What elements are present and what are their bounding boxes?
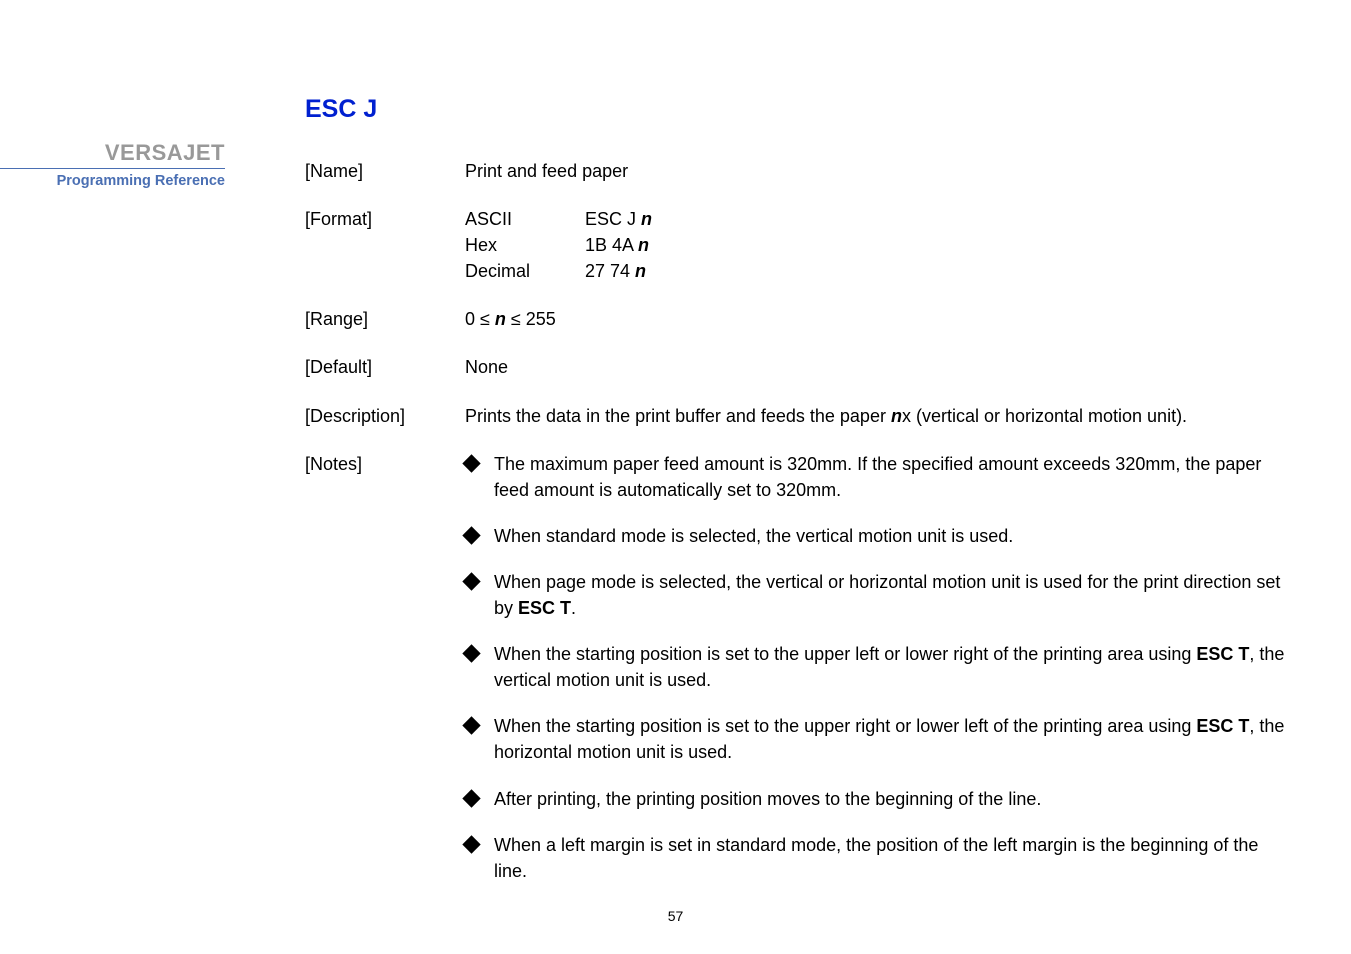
notes-row: [Notes] The maximum paper feed amount is… — [305, 451, 1291, 904]
format-dec-label: Decimal — [465, 258, 585, 284]
main-content: ESC J [Name] Print and feed paper [Forma… — [235, 0, 1351, 954]
default-value: None — [465, 354, 1291, 380]
format-row: [Format] ASCII ESC J n Hex 1B 4A n Decim… — [305, 206, 1291, 284]
sidebar-divider — [0, 168, 225, 169]
note-text: When the starting position is set to the… — [494, 641, 1291, 693]
format-hex: Hex 1B 4A n — [465, 232, 1291, 258]
format-hex-value: 1B 4A n — [585, 232, 649, 258]
page-number: 57 — [668, 908, 684, 924]
note-item: After printing, the printing position mo… — [465, 786, 1291, 812]
format-label: [Format] — [305, 206, 465, 284]
format-dec-value: 27 74 n — [585, 258, 646, 284]
bullet-icon — [462, 789, 480, 807]
note-item: The maximum paper feed amount is 320mm. … — [465, 451, 1291, 503]
range-label: [Range] — [305, 306, 465, 332]
description-label: [Description] — [305, 403, 465, 429]
bullet-icon — [462, 644, 480, 662]
format-hex-label: Hex — [465, 232, 585, 258]
bullet-icon — [462, 454, 480, 472]
note-item: When a left margin is set in standard mo… — [465, 832, 1291, 884]
description-row: [Description] Prints the data in the pri… — [305, 403, 1291, 429]
description-value: Prints the data in the print buffer and … — [465, 403, 1291, 429]
note-item: When standard mode is selected, the vert… — [465, 523, 1291, 549]
note-text: The maximum paper feed amount is 320mm. … — [494, 451, 1291, 503]
format-ascii: ASCII ESC J n — [465, 206, 1291, 232]
note-text: When page mode is selected, the vertical… — [494, 569, 1291, 621]
bullet-icon — [462, 572, 480, 590]
default-label: [Default] — [305, 354, 465, 380]
name-row: [Name] Print and feed paper — [305, 158, 1291, 184]
range-row: [Range] 0 ≤ n ≤ 255 — [305, 306, 1291, 332]
note-item: When the starting position is set to the… — [465, 713, 1291, 765]
bullet-icon — [462, 526, 480, 544]
command-heading: ESC J — [305, 95, 1291, 124]
sidebar: VERSAJET Programming Reference — [0, 0, 235, 954]
note-text: After printing, the printing position mo… — [494, 786, 1291, 812]
name-label: [Name] — [305, 158, 465, 184]
format-dec: Decimal 27 74 n — [465, 258, 1291, 284]
note-item: When the starting position is set to the… — [465, 641, 1291, 693]
name-value: Print and feed paper — [465, 158, 1291, 184]
note-item: When page mode is selected, the vertical… — [465, 569, 1291, 621]
notes-label: [Notes] — [305, 451, 465, 904]
format-ascii-value: ESC J n — [585, 206, 652, 232]
product-name: VERSAJET — [0, 140, 225, 166]
format-ascii-label: ASCII — [465, 206, 585, 232]
bullet-icon — [462, 835, 480, 853]
note-text: When a left margin is set in standard mo… — [494, 832, 1291, 884]
default-row: [Default] None — [305, 354, 1291, 380]
note-text: When the starting position is set to the… — [494, 713, 1291, 765]
bullet-icon — [462, 717, 480, 735]
range-value: 0 ≤ n ≤ 255 — [465, 306, 1291, 332]
doc-title: Programming Reference — [0, 173, 225, 189]
note-text: When standard mode is selected, the vert… — [494, 523, 1291, 549]
